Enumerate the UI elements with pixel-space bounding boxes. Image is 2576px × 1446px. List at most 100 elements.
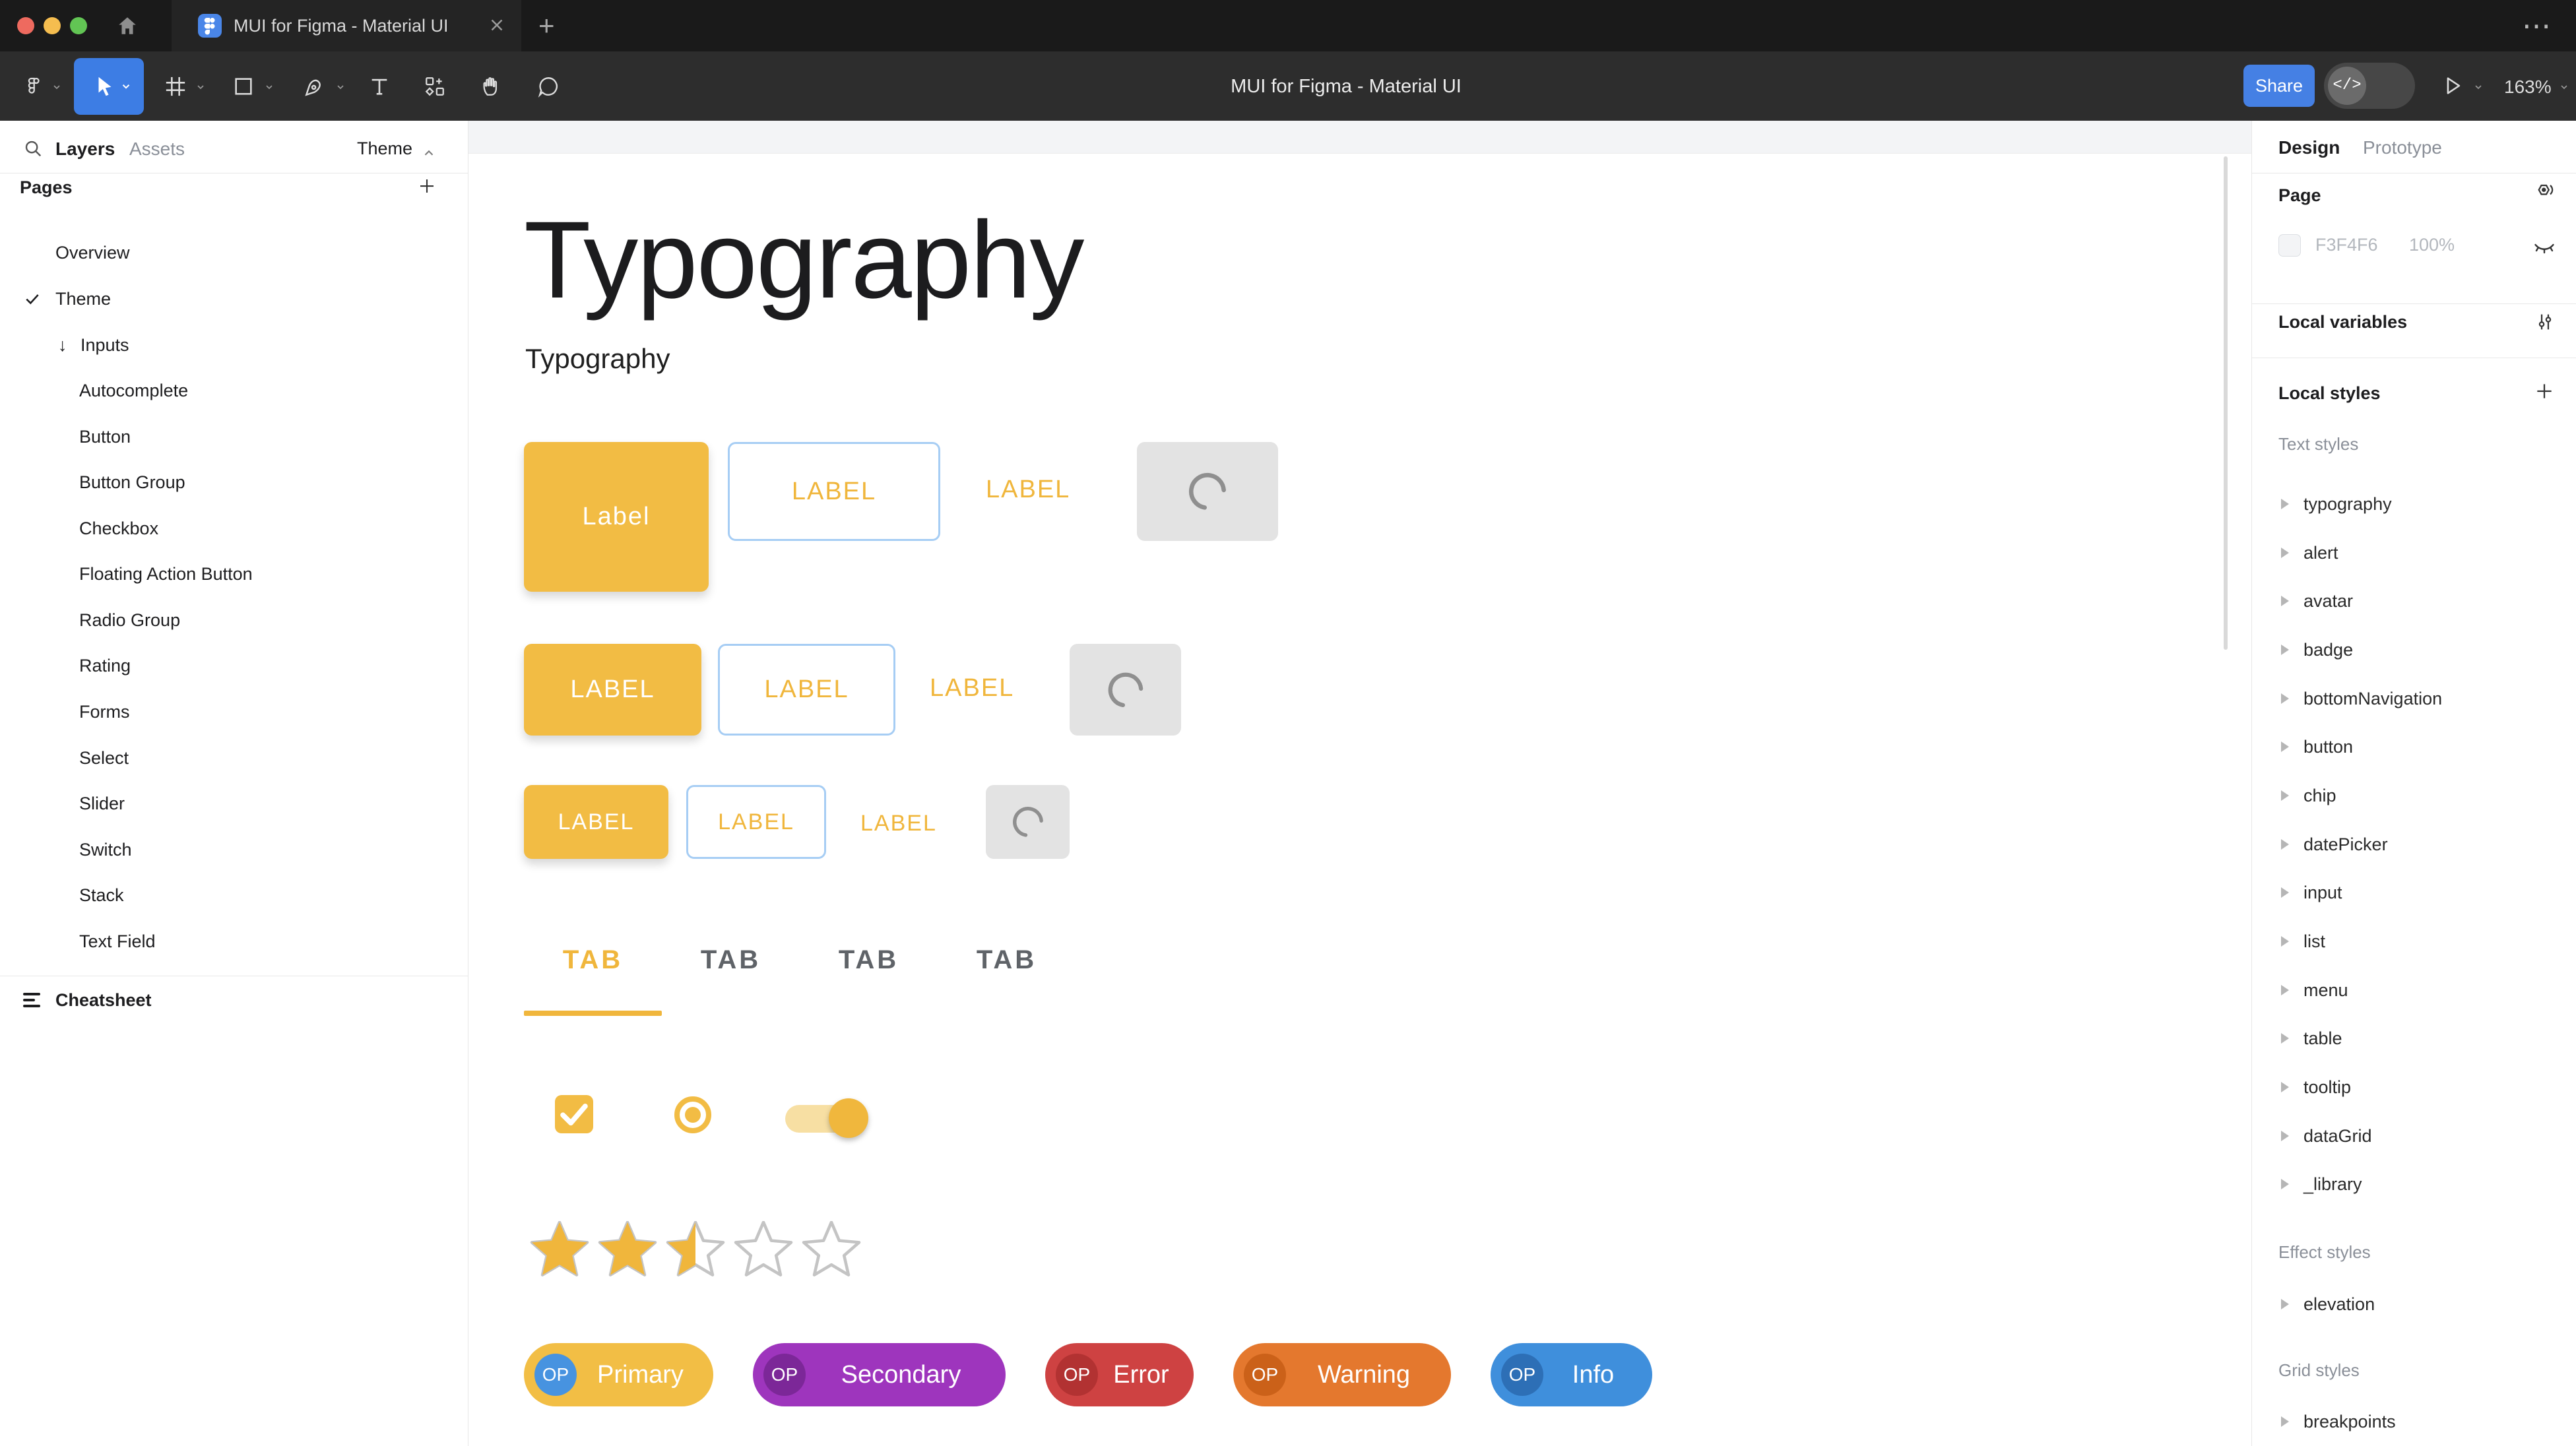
style-item-tooltip[interactable]: tooltip bbox=[2252, 1073, 2576, 1102]
page-selector[interactable]: Theme bbox=[357, 139, 412, 159]
rating-star[interactable] bbox=[597, 1221, 658, 1282]
add-page-icon[interactable] bbox=[417, 176, 437, 196]
disclosure-triangle-icon[interactable] bbox=[2281, 985, 2289, 995]
rating-star[interactable] bbox=[801, 1221, 862, 1282]
sidebar-item-cheatsheet[interactable]: Cheatsheet bbox=[0, 982, 468, 1018]
chevron-up-icon[interactable] bbox=[422, 146, 436, 160]
disclosure-triangle-icon[interactable] bbox=[2281, 1033, 2289, 1044]
page-color-row[interactable]: F3F4F6 100% bbox=[2278, 232, 2556, 262]
disclosure-triangle-icon[interactable] bbox=[2281, 1082, 2289, 1092]
disclosure-triangle-icon[interactable] bbox=[2281, 644, 2289, 655]
pen-tool-icon[interactable] bbox=[304, 75, 326, 98]
outlined-button-medium[interactable]: LABEL bbox=[718, 644, 895, 736]
tab-close-icon[interactable] bbox=[487, 15, 507, 35]
sidebar-item-checkbox[interactable]: Checkbox bbox=[0, 511, 468, 546]
style-item-list[interactable]: list bbox=[2252, 927, 2576, 956]
style-item-menu[interactable]: menu bbox=[2252, 976, 2576, 1005]
design-canvas[interactable]: Typography Typography Label LABEL LABEL … bbox=[468, 121, 2251, 1446]
sidebar-item-floating-action-button[interactable]: Floating Action Button bbox=[0, 556, 468, 592]
text-button-medium[interactable]: LABEL bbox=[930, 674, 1014, 703]
chip-secondary[interactable]: OP Secondary bbox=[753, 1343, 1006, 1406]
sidebar-item-button[interactable]: Button bbox=[0, 419, 468, 455]
local-variables-header[interactable]: Local variables bbox=[2278, 312, 2407, 332]
traffic-zoom-button[interactable] bbox=[70, 17, 87, 34]
outlined-button-large[interactable]: LABEL bbox=[728, 442, 940, 541]
local-styles-header[interactable]: Local styles bbox=[2278, 383, 2381, 404]
disclosure-triangle-icon[interactable] bbox=[2281, 1299, 2289, 1309]
disclosure-triangle-icon[interactable] bbox=[2281, 887, 2289, 898]
dev-mode-toggle[interactable]: </> bbox=[2324, 63, 2415, 109]
shape-tool-chevron-icon[interactable] bbox=[264, 82, 274, 92]
hand-tool-icon[interactable] bbox=[480, 75, 503, 98]
checkbox-checked[interactable] bbox=[555, 1095, 593, 1133]
style-item-datagrid[interactable]: dataGrid bbox=[2252, 1121, 2576, 1150]
style-item-datepicker[interactable]: datePicker bbox=[2252, 830, 2576, 859]
variables-sliders-icon[interactable] bbox=[2534, 311, 2556, 333]
switch-on[interactable] bbox=[785, 1097, 871, 1139]
text-tool-icon[interactable] bbox=[368, 75, 391, 98]
text-button-large[interactable]: LABEL bbox=[986, 476, 1070, 504]
style-item-avatar[interactable]: avatar bbox=[2252, 586, 2576, 615]
radio-selected[interactable] bbox=[674, 1096, 711, 1133]
tab-design[interactable]: Design bbox=[2278, 137, 2340, 158]
rating-star[interactable] bbox=[665, 1221, 726, 1282]
disclosure-triangle-icon[interactable] bbox=[2281, 596, 2289, 606]
outlined-button-small[interactable]: LABEL bbox=[686, 785, 826, 859]
style-item-bottomnavigation[interactable]: bottomNavigation bbox=[2252, 684, 2576, 713]
styles-hexagon-icon[interactable] bbox=[2532, 181, 2556, 205]
sidebar-item-inputs[interactable]: ↓ Inputs bbox=[0, 327, 468, 363]
page-color-value[interactable]: F3F4F6 bbox=[2315, 235, 2378, 255]
loading-button-large[interactable] bbox=[1137, 442, 1278, 541]
disclosure-triangle-icon[interactable] bbox=[2281, 1416, 2289, 1427]
text-button-small[interactable]: LABEL bbox=[860, 811, 937, 836]
add-style-icon[interactable] bbox=[2534, 381, 2555, 402]
page-color-opacity[interactable]: 100% bbox=[2409, 235, 2455, 255]
loading-button-small[interactable] bbox=[986, 785, 1070, 859]
sidebar-item-button-group[interactable]: Button Group bbox=[0, 464, 468, 500]
loading-button-medium[interactable] bbox=[1070, 644, 1181, 736]
file-tab[interactable]: MUI for Figma - Material UI bbox=[172, 0, 521, 51]
eye-closed-icon[interactable] bbox=[2532, 235, 2556, 259]
window-more-menu[interactable]: ⋯ bbox=[2522, 9, 2554, 43]
style-item-button[interactable]: button bbox=[2252, 732, 2576, 761]
disclosure-triangle-icon[interactable] bbox=[2281, 741, 2289, 752]
rating-star[interactable] bbox=[733, 1221, 794, 1282]
style-item-input[interactable]: input bbox=[2252, 878, 2576, 907]
contained-button-large[interactable]: Label bbox=[524, 442, 709, 592]
canvas-scrollbar[interactable] bbox=[2224, 156, 2228, 650]
share-button[interactable]: Share bbox=[2243, 65, 2315, 107]
style-item-alert[interactable]: alert bbox=[2252, 538, 2576, 567]
chip-primary[interactable]: OP Primary bbox=[524, 1343, 713, 1406]
style-item-table[interactable]: table bbox=[2252, 1024, 2576, 1053]
sidebar-item-autocomplete[interactable]: Autocomplete bbox=[0, 373, 468, 408]
chip-warning[interactable]: OP Warning bbox=[1233, 1343, 1451, 1406]
traffic-minimize-button[interactable] bbox=[44, 17, 61, 34]
document-title[interactable]: MUI for Figma - Material UI bbox=[1231, 76, 1462, 98]
disclosure-triangle-icon[interactable] bbox=[2281, 936, 2289, 947]
sidebar-item-rating[interactable]: Rating bbox=[0, 648, 468, 683]
disclosure-triangle-icon[interactable] bbox=[2281, 693, 2289, 704]
sidebar-item-overview[interactable]: Overview bbox=[0, 235, 468, 270]
sidebar-item-theme[interactable]: Theme bbox=[0, 281, 468, 317]
tab-item[interactable]: TAB bbox=[938, 932, 1076, 988]
disclosure-triangle-icon[interactable] bbox=[2281, 1131, 2289, 1141]
color-swatch[interactable] bbox=[2278, 234, 2301, 257]
rating-star[interactable] bbox=[529, 1221, 590, 1282]
tab-item[interactable]: TAB bbox=[800, 932, 938, 988]
move-tool-active-highlight[interactable] bbox=[74, 58, 144, 115]
disclosure-triangle-icon[interactable] bbox=[2281, 839, 2289, 850]
tab-assets[interactable]: Assets bbox=[129, 139, 185, 160]
new-tab-button[interactable]: + bbox=[538, 12, 555, 40]
chip-info[interactable]: OP Info bbox=[1491, 1343, 1652, 1406]
disclosure-triangle-icon[interactable] bbox=[2281, 548, 2289, 558]
disclosure-triangle-icon[interactable] bbox=[2281, 1179, 2289, 1189]
present-play-icon[interactable] bbox=[2441, 75, 2464, 97]
chip-error[interactable]: OP Error bbox=[1045, 1343, 1194, 1406]
tab-layers[interactable]: Layers bbox=[55, 139, 115, 160]
sidebar-item-stack[interactable]: Stack bbox=[0, 877, 468, 913]
comment-tool-icon[interactable] bbox=[537, 75, 560, 98]
frame-tool-chevron-icon[interactable] bbox=[195, 82, 206, 92]
switch-thumb[interactable] bbox=[829, 1098, 868, 1138]
pen-tool-chevron-icon[interactable] bbox=[335, 82, 346, 92]
style-item-chip[interactable]: chip bbox=[2252, 781, 2576, 810]
